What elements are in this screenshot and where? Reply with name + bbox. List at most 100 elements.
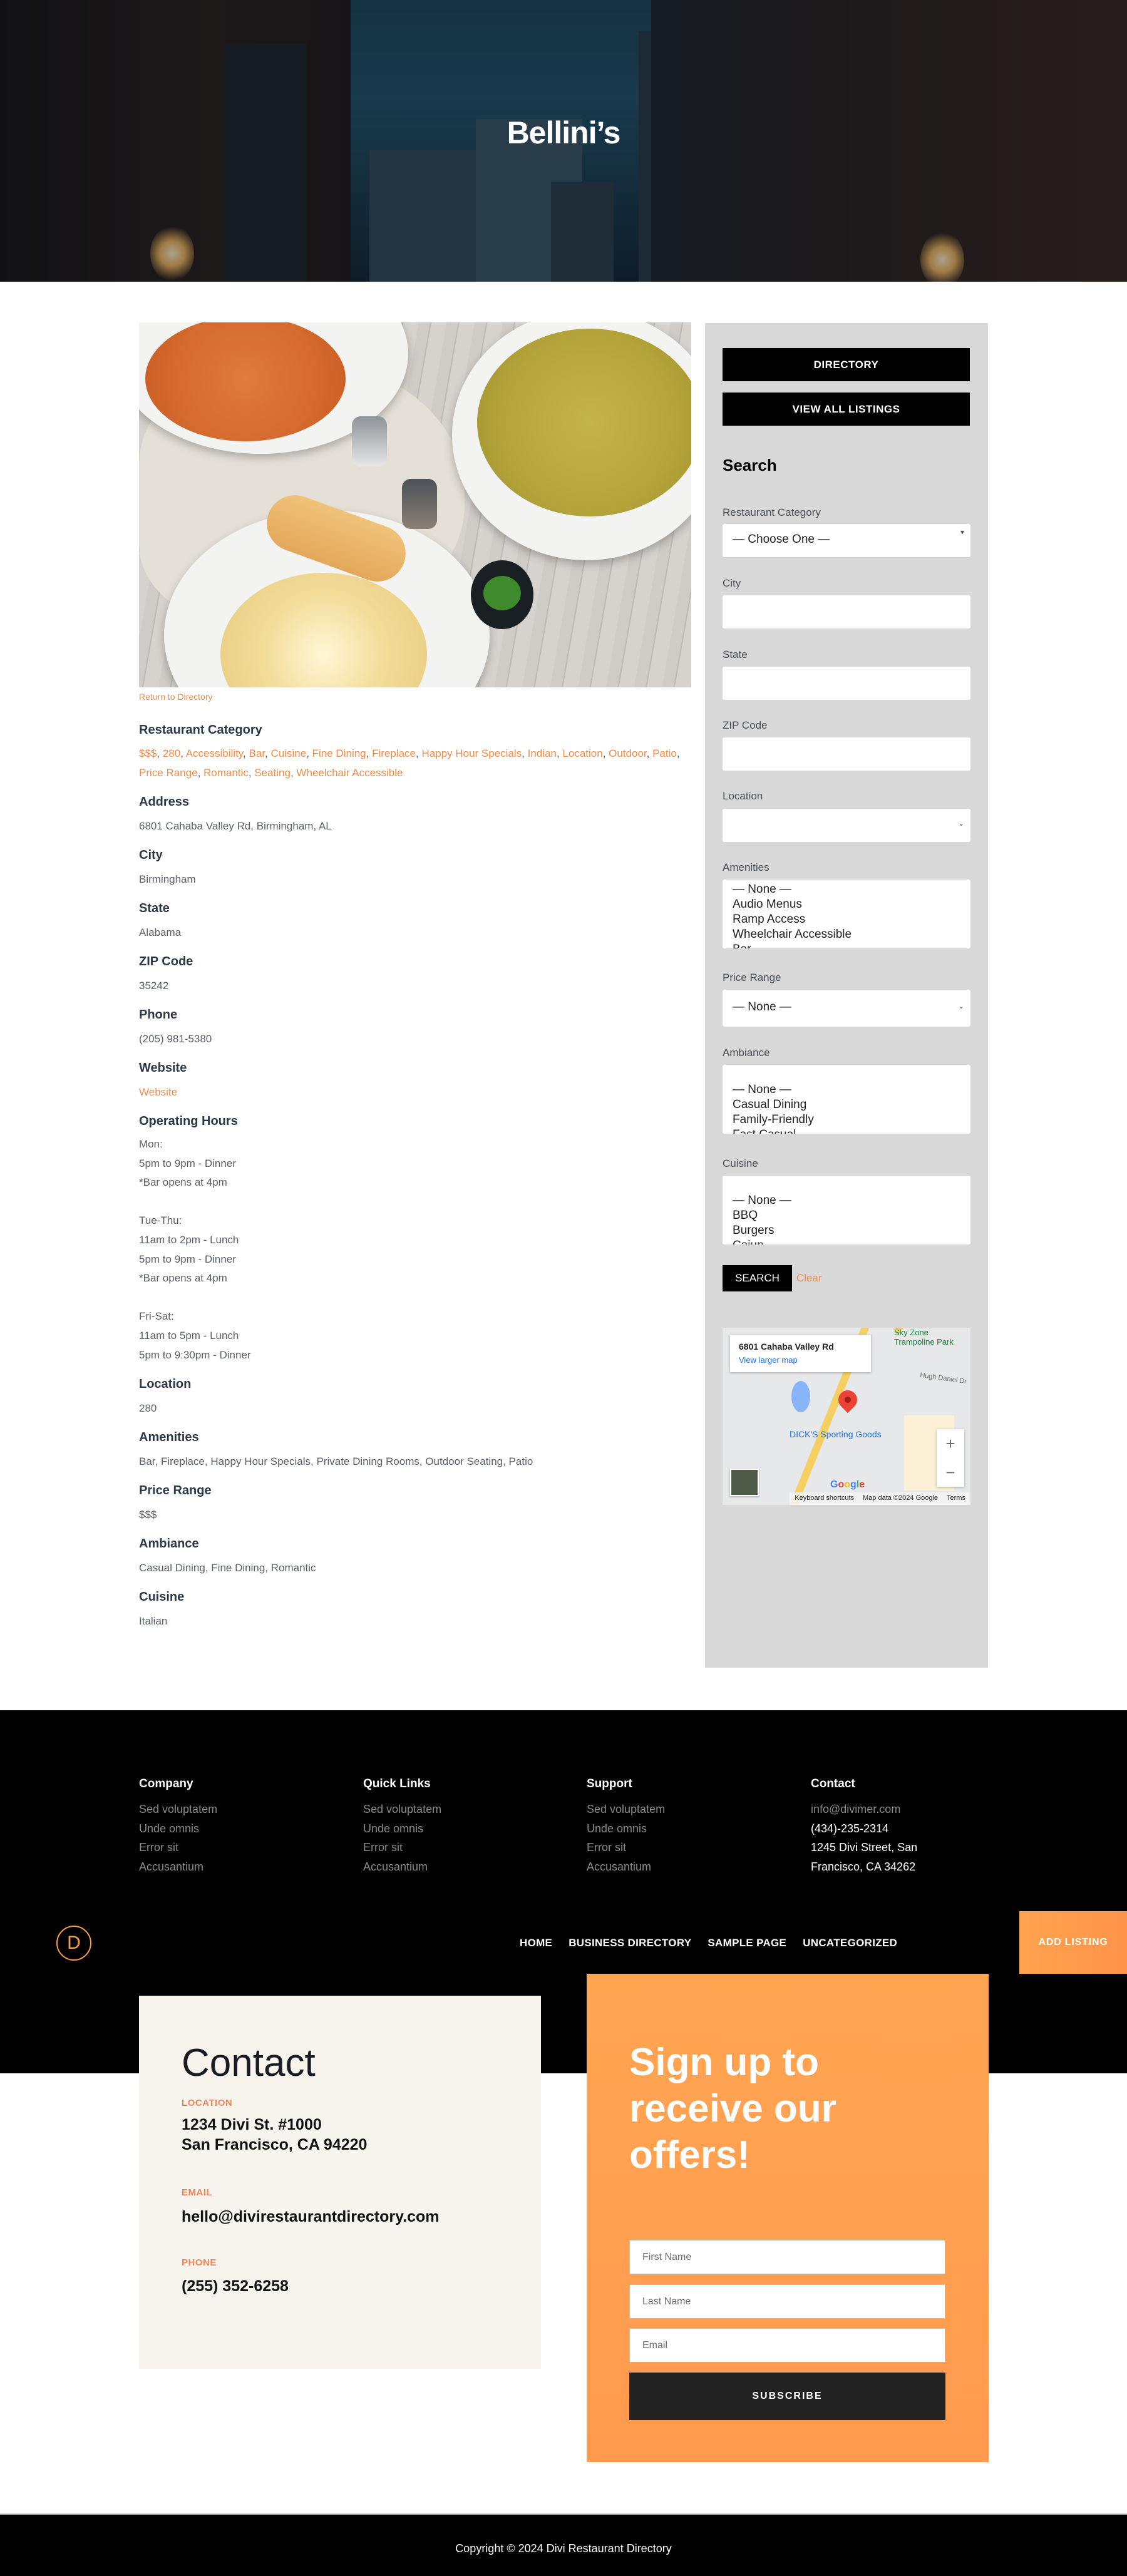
category-link[interactable]: Romantic: [203, 767, 249, 779]
ambiance-option[interactable]: Fast Casual: [723, 1127, 970, 1134]
terms-link[interactable]: Terms: [947, 1494, 965, 1503]
footer-link[interactable]: Sed voluptatem: [587, 1800, 774, 1819]
footer-link[interactable]: Accusantium: [587, 1857, 774, 1877]
footer-link[interactable]: Error sit: [587, 1838, 774, 1857]
contact-card: Contact LOCATION 1234 Divi St. #1000 San…: [139, 1996, 541, 2369]
satellite-toggle[interactable]: [730, 1469, 759, 1496]
amenities-multiselect[interactable]: — None — Audio Menus Ramp Access Wheelchair…: [723, 880, 970, 948]
google-map[interactable]: Sky Zone Trampoline Park Hugh Daniel Dr …: [723, 1328, 970, 1505]
price-range-select[interactable]: — None — ⌄: [723, 990, 970, 1027]
location-select[interactable]: ⌄: [723, 809, 970, 842]
listing-photo: [139, 322, 691, 687]
cuisine-option[interactable]: — None —: [723, 1193, 970, 1208]
page-title: Bellini’s: [507, 115, 621, 150]
nav-uncategorized[interactable]: UNCATEGORIZED: [803, 1937, 897, 1949]
hours-line: Tue-Thu:: [139, 1214, 182, 1227]
location-line1: 1234 Divi St. #1000: [182, 2116, 322, 2133]
ambiance-option[interactable]: — None —: [723, 1082, 970, 1097]
footer-link[interactable]: Error sit: [363, 1838, 551, 1857]
category-link[interactable]: Happy Hour Specials: [421, 747, 522, 759]
footer-link[interactable]: Sed voluptatem: [363, 1800, 551, 1819]
ambiance-option[interactable]: Casual Dining: [723, 1097, 970, 1112]
chevron-down-icon: ⌄: [957, 819, 964, 828]
category-link[interactable]: Bar: [249, 747, 265, 759]
separator: ,: [180, 747, 186, 759]
amenities-option[interactable]: Wheelchair Accessible: [723, 927, 970, 942]
detail-value: 280: [139, 1402, 157, 1415]
map-poi-label[interactable]: DICK'S Sporting Goods: [790, 1429, 882, 1439]
directory-button[interactable]: DIRECTORY: [723, 348, 970, 381]
ambiance-multiselect[interactable]: — None —Casual DiningFamily-FriendlyFast…: [723, 1065, 970, 1134]
cuisine-option[interactable]: Cajun: [723, 1238, 970, 1244]
ambiance-option[interactable]: Family-Friendly: [723, 1112, 970, 1127]
zoom-out-button[interactable]: −: [937, 1458, 964, 1487]
nav-business-directory[interactable]: BUSINESS DIRECTORY: [569, 1937, 691, 1949]
category-link[interactable]: Cuisine: [270, 747, 306, 759]
keyboard-shortcuts-link[interactable]: Keyboard shortcuts: [795, 1494, 854, 1503]
subscribe-button[interactable]: SUBSCRIBE: [629, 2373, 945, 2420]
zoom-in-button[interactable]: +: [937, 1429, 964, 1458]
category-link[interactable]: 280: [163, 747, 180, 759]
zip-input[interactable]: [723, 737, 970, 771]
cuisine-label: Cuisine: [723, 1157, 758, 1169]
category-link[interactable]: Accessibility: [186, 747, 243, 759]
separator: ,: [646, 747, 653, 759]
category-link[interactable]: $$$: [139, 747, 157, 759]
return-to-directory-link[interactable]: Return to Directory: [139, 692, 212, 702]
footer-link[interactable]: Sed voluptatem: [139, 1800, 327, 1819]
footer-link[interactable]: Accusantium: [363, 1857, 551, 1877]
amenities-option[interactable]: Bar: [723, 942, 970, 948]
detail-label: Cuisine: [139, 1590, 185, 1604]
detail-value: Birmingham: [139, 873, 196, 885]
contact-email[interactable]: hello@divirestaurantdirectory.com: [182, 2207, 440, 2227]
city-input[interactable]: [723, 595, 970, 629]
nav-sample-page[interactable]: SAMPLE PAGE: [708, 1937, 786, 1949]
restaurant-category-select[interactable]: — Choose One — ▾: [723, 524, 970, 557]
detail-fields-2: Location 280 Amenities Bar, Fireplace, Happ…: [139, 1377, 690, 1631]
cuisine-option[interactable]: Burgers: [723, 1223, 970, 1238]
hours-line: *Bar opens at 4pm: [139, 1176, 227, 1189]
email-input[interactable]: [629, 2328, 945, 2363]
detail-value: 35242: [139, 980, 169, 992]
signup-title: Sign up to receive our offers!: [629, 2041, 836, 2177]
first-name-input[interactable]: [629, 2240, 945, 2274]
amenities-option[interactable]: Ramp Access: [723, 912, 970, 927]
hours-line: [139, 1193, 690, 1212]
state-input[interactable]: [723, 667, 970, 700]
view-larger-map-link[interactable]: View larger map: [739, 1355, 798, 1365]
divi-logo-icon[interactable]: D: [56, 1926, 91, 1961]
nav-home[interactable]: HOME: [520, 1937, 552, 1949]
website-link[interactable]: Website: [139, 1083, 690, 1102]
category-link[interactable]: Wheelchair Accessible: [296, 767, 403, 779]
footer-link[interactable]: Error sit: [139, 1838, 327, 1857]
view-all-listings-button[interactable]: VIEW ALL LISTINGS: [723, 393, 970, 426]
footer-link[interactable]: Unde omnis: [363, 1819, 551, 1839]
category-link[interactable]: Indian: [528, 747, 557, 759]
category-link[interactable]: Price Range: [139, 767, 198, 779]
hours-line: 11am to 5pm - Lunch: [139, 1329, 239, 1342]
footer-email-link[interactable]: info@divimer.com: [811, 1800, 999, 1819]
search-button[interactable]: SEARCH: [723, 1265, 792, 1291]
category-link[interactable]: Location: [562, 747, 602, 759]
amenities-option[interactable]: Audio Menus: [723, 897, 970, 912]
cuisine-option[interactable]: BBQ: [723, 1208, 970, 1223]
clear-link[interactable]: Clear: [796, 1272, 822, 1285]
category-link[interactable]: Outdoor: [609, 747, 647, 759]
cuisine-multiselect[interactable]: — None —BBQBurgersCajun: [723, 1176, 970, 1244]
hours-line: 5pm to 9pm - Dinner: [139, 1253, 236, 1265]
amenities-option[interactable]: — None —: [723, 882, 970, 897]
category-link[interactable]: Patio: [652, 747, 677, 759]
newsletter-signup: Sign up to receive our offers! SUBSCRIBE: [587, 1974, 989, 2462]
separator: ,: [243, 747, 249, 759]
footer-link[interactable]: Unde omnis: [139, 1819, 327, 1839]
contact-phone[interactable]: (255) 352-6258: [182, 2276, 289, 2296]
footer-link[interactable]: Accusantium: [139, 1857, 327, 1877]
zip-label: ZIP Code: [723, 719, 768, 731]
add-listing-button[interactable]: ADD LISTING: [1019, 1911, 1127, 1974]
hours-list: Mon: 5pm to 9pm - Dinner *Bar opens at 4pm…: [139, 1135, 690, 1365]
category-link[interactable]: Fine Dining: [312, 747, 366, 759]
footer-link[interactable]: Unde omnis: [587, 1819, 774, 1839]
category-link[interactable]: Seating: [254, 767, 291, 779]
last-name-input[interactable]: [629, 2284, 945, 2319]
category-link[interactable]: Fireplace: [372, 747, 416, 759]
